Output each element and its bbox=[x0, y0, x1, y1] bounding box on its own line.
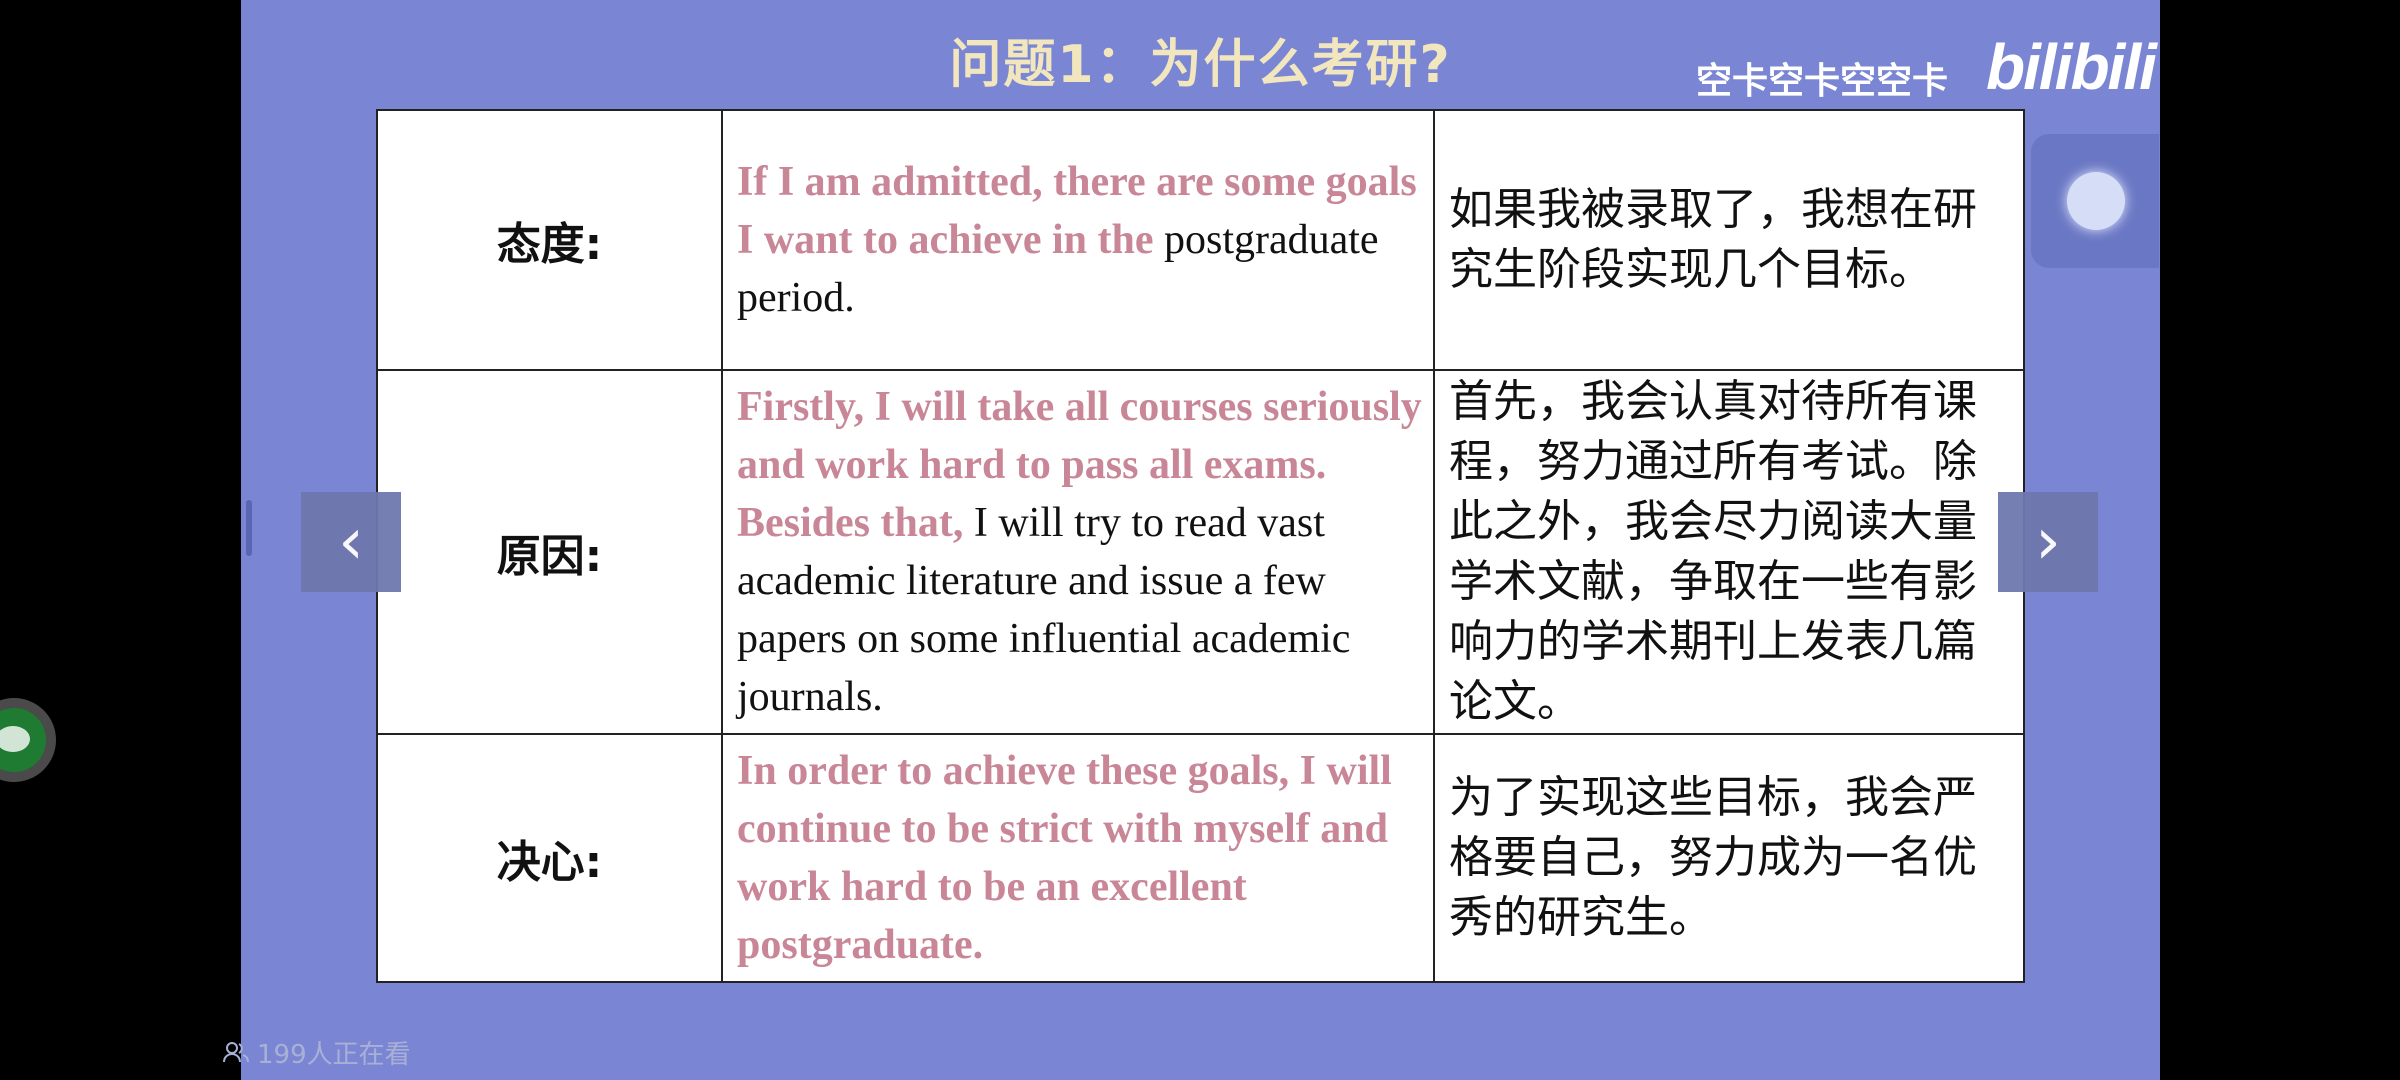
people-icon bbox=[223, 1040, 249, 1070]
chevron-left-icon: ‹ bbox=[338, 505, 364, 579]
uploader-name: 空卡空卡空空卡 bbox=[1696, 61, 1949, 102]
next-button[interactable]: › bbox=[1998, 492, 2098, 592]
bilibili-logo: bilibili bbox=[1986, 31, 2157, 103]
english-text: If I am admitted, there are some goals I… bbox=[721, 109, 1435, 371]
content-table: 态度: If I am admitted, there are some goa… bbox=[376, 109, 2025, 983]
highlight-text: In order to achieve these goals, I will … bbox=[737, 748, 1392, 968]
table-row: 决心: In order to achieve these goals, I w… bbox=[376, 733, 2025, 983]
viewer-count: 199人正在看 bbox=[223, 1034, 411, 1071]
row-label: 决心: bbox=[376, 733, 723, 983]
chinese-text: 如果我被录取了，我想在研究生阶段实现几个目标。 bbox=[1433, 109, 2025, 371]
viewer-count-text: 199人正在看 bbox=[257, 1040, 411, 1070]
slide: 问题1：为什么考研? 空卡空卡空空卡 bilibili 态度: If I am … bbox=[241, 0, 2160, 1080]
previous-button[interactable]: ‹ bbox=[301, 492, 401, 592]
table-row: 态度: If I am admitted, there are some goa… bbox=[376, 109, 2025, 371]
row-label: 态度: bbox=[376, 109, 723, 371]
row-label: 原因: bbox=[376, 369, 723, 735]
drag-handle[interactable] bbox=[246, 500, 252, 556]
chinese-text: 首先，我会认真对待所有课程，努力通过所有考试。除此之外，我会尽力阅读大量学术文献… bbox=[1433, 369, 2025, 735]
table-row: 原因: Firstly, I will take all courses ser… bbox=[376, 369, 2025, 735]
chat-bubble-icon[interactable] bbox=[0, 698, 56, 782]
english-text: Firstly, I will take all courses serious… bbox=[721, 369, 1435, 735]
floating-button[interactable] bbox=[2031, 134, 2159, 268]
chevron-right-icon: › bbox=[2035, 505, 2061, 579]
chinese-text: 为了实现这些目标，我会严格要自己，努力成为一名优秀的研究生。 bbox=[1433, 733, 2025, 983]
circle-icon bbox=[2067, 172, 2125, 230]
english-text: In order to achieve these goals, I will … bbox=[721, 733, 1435, 983]
